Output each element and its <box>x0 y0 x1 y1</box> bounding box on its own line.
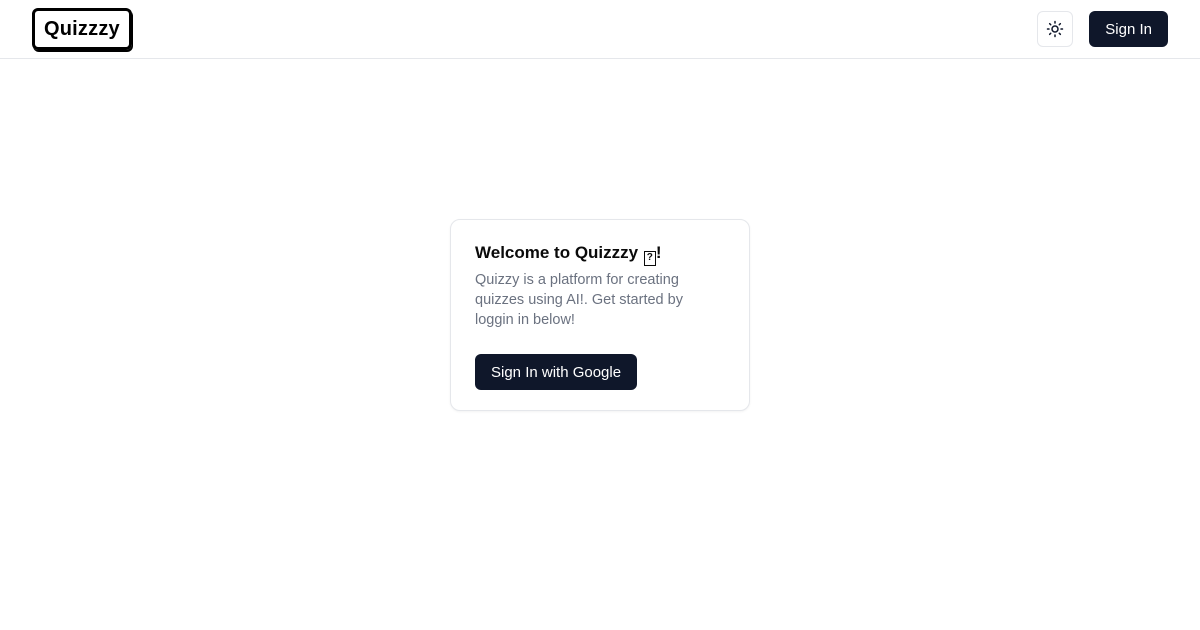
header-actions: Sign In <box>1037 11 1168 47</box>
missing-emoji-icon: ? <box>643 251 656 266</box>
theme-toggle-button[interactable] <box>1037 11 1074 47</box>
logo-text: Quizzzy <box>44 17 120 40</box>
top-navbar: Quizzzy Sign In <box>0 0 1200 59</box>
welcome-title: Welcome to Quizzzy ?! <box>475 242 725 266</box>
welcome-description: Quizzy is a platform for creating quizze… <box>475 272 683 328</box>
sun-icon <box>1047 20 1064 38</box>
sign-in-button[interactable]: Sign In <box>1089 11 1168 47</box>
welcome-title-suffix: ! <box>655 243 662 262</box>
welcome-title-prefix: Welcome to Quizzzy <box>475 243 643 262</box>
welcome-card: Welcome to Quizzzy ?! Quizzy is a platfo… <box>450 219 750 411</box>
logo[interactable]: Quizzzy <box>32 8 132 50</box>
sign-in-with-google-button[interactable]: Sign In with Google <box>475 354 638 390</box>
